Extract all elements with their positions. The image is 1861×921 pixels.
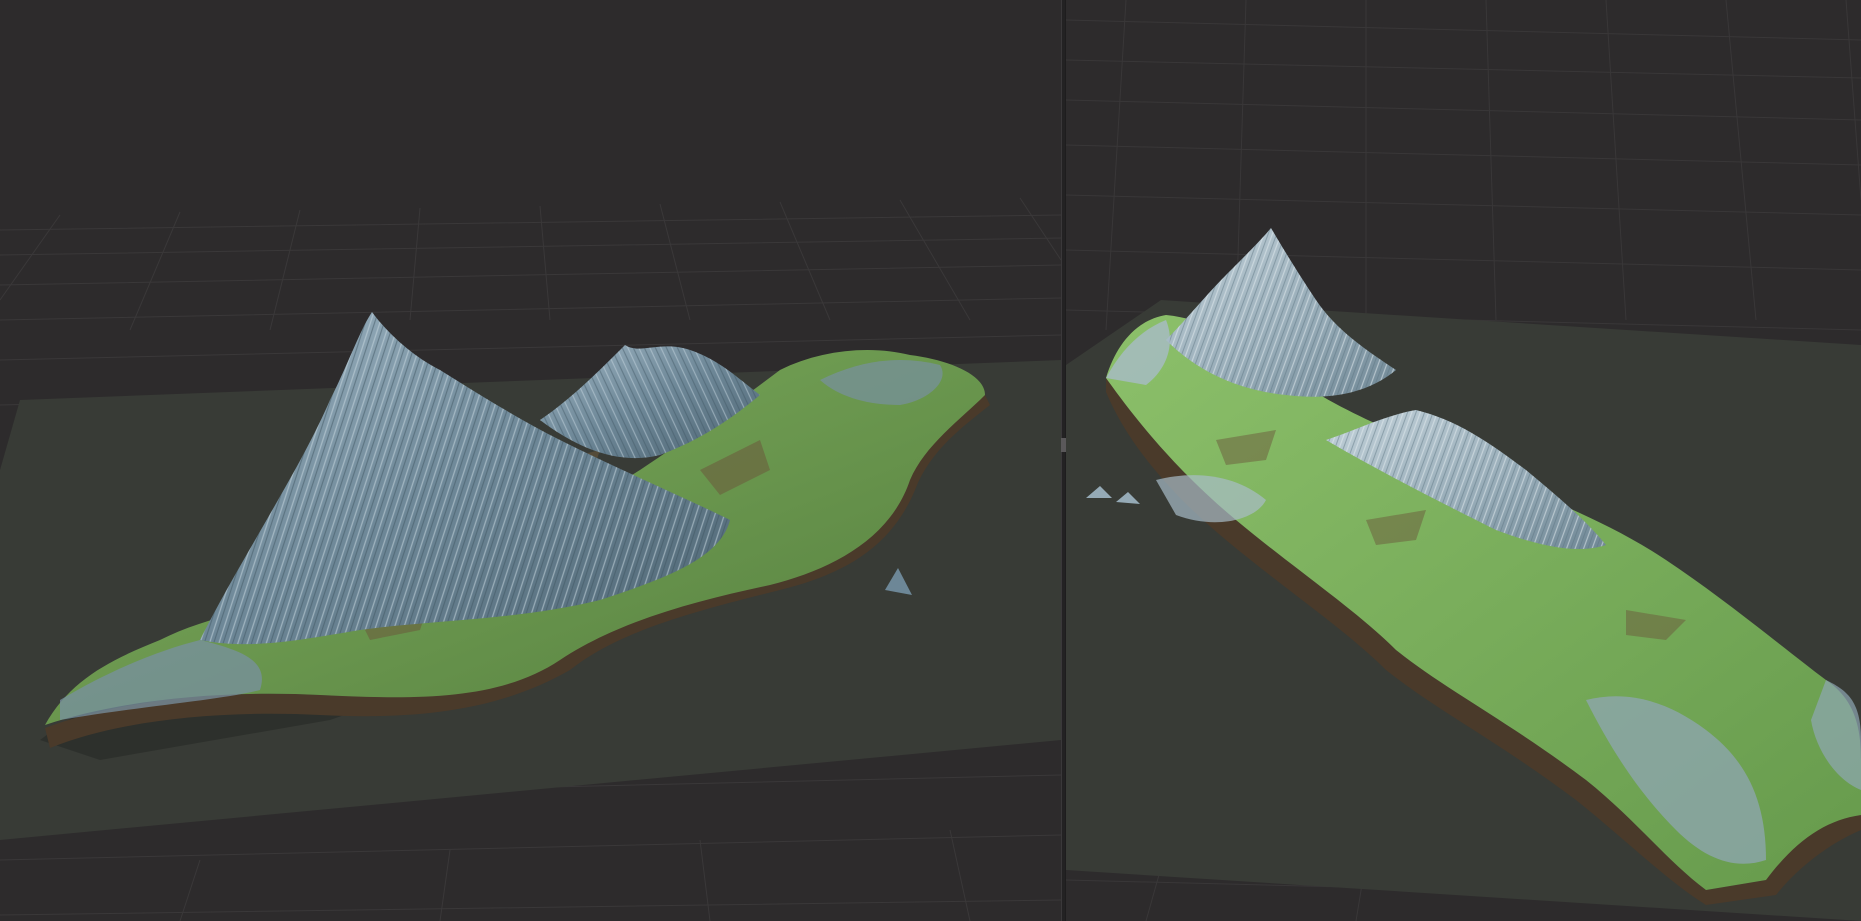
viewport-left-canvas[interactable]: [0, 0, 1061, 921]
viewport-right-canvas[interactable]: [1066, 0, 1861, 921]
viewport-left[interactable]: [0, 0, 1061, 921]
viewport-right[interactable]: [1066, 0, 1861, 921]
